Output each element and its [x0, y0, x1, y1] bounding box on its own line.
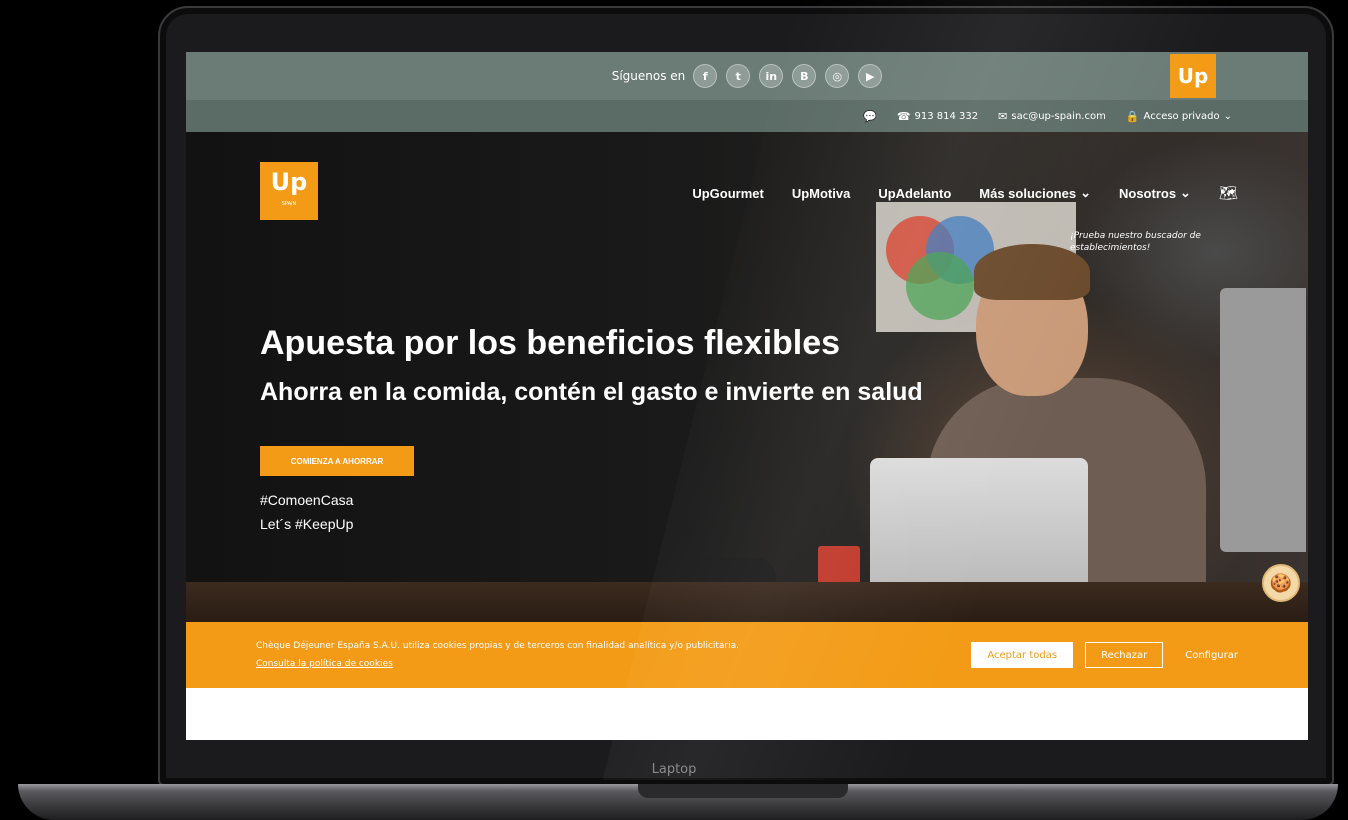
- laptop-notch: [638, 784, 848, 798]
- up-top-logo[interactable]: Up: [1170, 54, 1216, 98]
- private-access-label: Acceso privado: [1143, 110, 1220, 122]
- chevron-down-icon: ⌄: [1080, 185, 1091, 200]
- cookie-banner: Chèque Déjeuner España S.A.U. utiliza co…: [186, 622, 1308, 688]
- chevron-down-icon: ⌄: [1223, 110, 1232, 122]
- nav-mas-soluciones[interactable]: Más soluciones ⌄: [979, 185, 1091, 201]
- browser-screen: Síguenos en f t in B ◎ ▶ Up 💬 ☎ 913 814 …: [186, 52, 1308, 740]
- facebook-icon[interactable]: f: [693, 64, 718, 88]
- social-links: f t in B ◎ ▶: [693, 64, 883, 88]
- cookie-policy-link[interactable]: Consulta la política de cookies: [256, 655, 971, 673]
- lock-icon: 🔒: [1125, 109, 1140, 123]
- search-hint: ¡Prueba nuestro buscador de establecimie…: [1070, 231, 1201, 253]
- reject-button[interactable]: Rechazar: [1085, 642, 1164, 668]
- venn-circle: [906, 252, 974, 320]
- cookie-icon[interactable]: 🍪: [1262, 564, 1300, 602]
- chevron-down-icon: ⌄: [1180, 185, 1191, 200]
- private-access-menu[interactable]: 🔒 Acceso privado ⌄: [1126, 110, 1232, 123]
- cta-button[interactable]: COMIENZA A AHORRAR: [260, 446, 414, 476]
- phone-link[interactable]: ☎ 913 814 332: [897, 110, 978, 123]
- hero-section: Up SPAIN UpGourmet UpMotiva UpAdelanto M…: [186, 132, 1308, 622]
- contact-bar: 💬 ☎ 913 814 332 ✉ sac@up-spain.com 🔒 Acc…: [186, 100, 1308, 132]
- cookie-text-block: Chèque Déjeuner España S.A.U. utiliza co…: [256, 637, 971, 673]
- phone-icon: ☎: [896, 109, 911, 123]
- follow-label: Síguenos en: [611, 69, 686, 83]
- nav-nosotros[interactable]: Nosotros ⌄: [1119, 185, 1191, 201]
- phone-number: 913 814 332: [914, 110, 979, 122]
- instagram-icon[interactable]: ◎: [825, 64, 850, 88]
- site-logo[interactable]: Up SPAIN: [260, 162, 318, 220]
- linkedin-icon[interactable]: in: [759, 64, 784, 88]
- stage: Síguenos en f t in B ◎ ▶ Up 💬 ☎ 913 814 …: [0, 0, 1348, 820]
- main-nav: UpGourmet UpMotiva UpAdelanto Más soluci…: [692, 184, 1238, 202]
- monitor-image: [1220, 288, 1306, 552]
- hashtag-keepup: Let´s #KeepUp: [260, 516, 354, 532]
- blogger-icon[interactable]: B: [792, 64, 817, 88]
- nav-nosotros-label: Nosotros: [1118, 185, 1177, 201]
- hero-title: Apuesta por los beneficios flexibles: [260, 324, 841, 362]
- nav-upgourmet[interactable]: UpGourmet: [692, 186, 764, 201]
- chat-icon[interactable]: 💬: [863, 110, 877, 123]
- map-search-icon[interactable]: 🗺: [1219, 184, 1238, 202]
- cookie-message: Chèque Déjeuner España S.A.U. utiliza co…: [256, 641, 740, 651]
- cookie-actions: Aceptar todas Rechazar Configurar: [971, 642, 1238, 668]
- social-topbar: Síguenos en f t in B ◎ ▶ Up: [186, 52, 1308, 100]
- hashtag-comoencasa: #ComoenCasa: [260, 492, 354, 508]
- configure-button[interactable]: Configurar: [1175, 650, 1238, 661]
- page-content-area: [186, 688, 1308, 740]
- nav-mas-soluciones-label: Más soluciones: [979, 185, 1077, 201]
- nav-upmotiva[interactable]: UpMotiva: [792, 186, 851, 201]
- accept-all-button[interactable]: Aceptar todas: [971, 642, 1074, 668]
- site-logo-sub: SPAIN: [281, 201, 297, 207]
- youtube-icon[interactable]: ▶: [858, 64, 883, 88]
- laptop-label: Laptop: [651, 762, 697, 777]
- hero-subtitle: Ahorra en la comida, contén el gasto e i…: [260, 378, 923, 406]
- twitter-icon[interactable]: t: [726, 64, 751, 88]
- desk: [186, 582, 1308, 622]
- email-address: sac@up-spain.com: [1011, 110, 1106, 122]
- mail-icon: ✉: [998, 109, 1008, 123]
- nav-upadelanto[interactable]: UpAdelanto: [878, 186, 951, 201]
- site-logo-text: Up: [270, 168, 308, 196]
- email-link[interactable]: ✉ sac@up-spain.com: [998, 110, 1106, 123]
